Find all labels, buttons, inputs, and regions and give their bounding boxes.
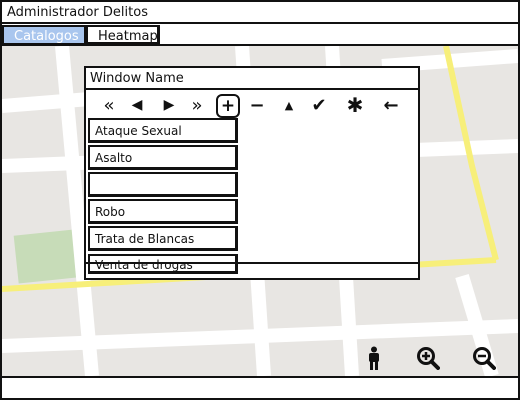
zoom-in-icon[interactable]	[416, 346, 440, 370]
next-icon[interactable]: ▶	[158, 94, 180, 116]
zoom-out-icon[interactable]	[472, 346, 496, 370]
list-item[interactable]: Robo	[88, 199, 238, 224]
add-icon[interactable]: +	[216, 94, 240, 118]
window-toolbar: « ◀ ▶ » + − ▲ ✔ ✱ ←	[86, 92, 418, 118]
asterisk-icon[interactable]: ✱	[344, 93, 366, 117]
tab-heatmap[interactable]: Heatmap	[86, 25, 160, 45]
list-item[interactable]	[88, 172, 238, 197]
last-icon[interactable]: »	[186, 94, 208, 116]
check-icon[interactable]: ✔	[308, 94, 330, 116]
status-bar	[2, 376, 518, 398]
list-item[interactable]: Ataque Sexual	[88, 118, 238, 143]
up-icon[interactable]: ▲	[278, 94, 300, 116]
prev-icon[interactable]: ◀	[126, 94, 148, 116]
remove-icon[interactable]: −	[246, 94, 268, 116]
back-icon[interactable]: ←	[380, 94, 402, 116]
list-item[interactable]: Asalto	[88, 145, 238, 170]
tab-bar: Catalogos Heatmap	[2, 24, 518, 46]
catalog-list: Ataque Sexual Asalto Robo Trata de Blanc…	[88, 118, 238, 274]
tab-catalogos[interactable]: Catalogos	[2, 25, 86, 45]
catalog-window: Window Name « ◀ ▶ » + − ▲ ✔ ✱ ← Ataque S…	[84, 66, 420, 280]
first-icon[interactable]: «	[98, 94, 120, 116]
list-item[interactable]: Trata de Blancas	[88, 226, 238, 251]
window-bottom-bar	[86, 262, 418, 278]
window-title: Window Name	[86, 68, 418, 90]
app-title: Administrador Delitos	[2, 2, 518, 24]
app-window: Administrador Delitos Catalogos Heatmap	[0, 0, 520, 400]
person-icon[interactable]	[366, 346, 390, 370]
